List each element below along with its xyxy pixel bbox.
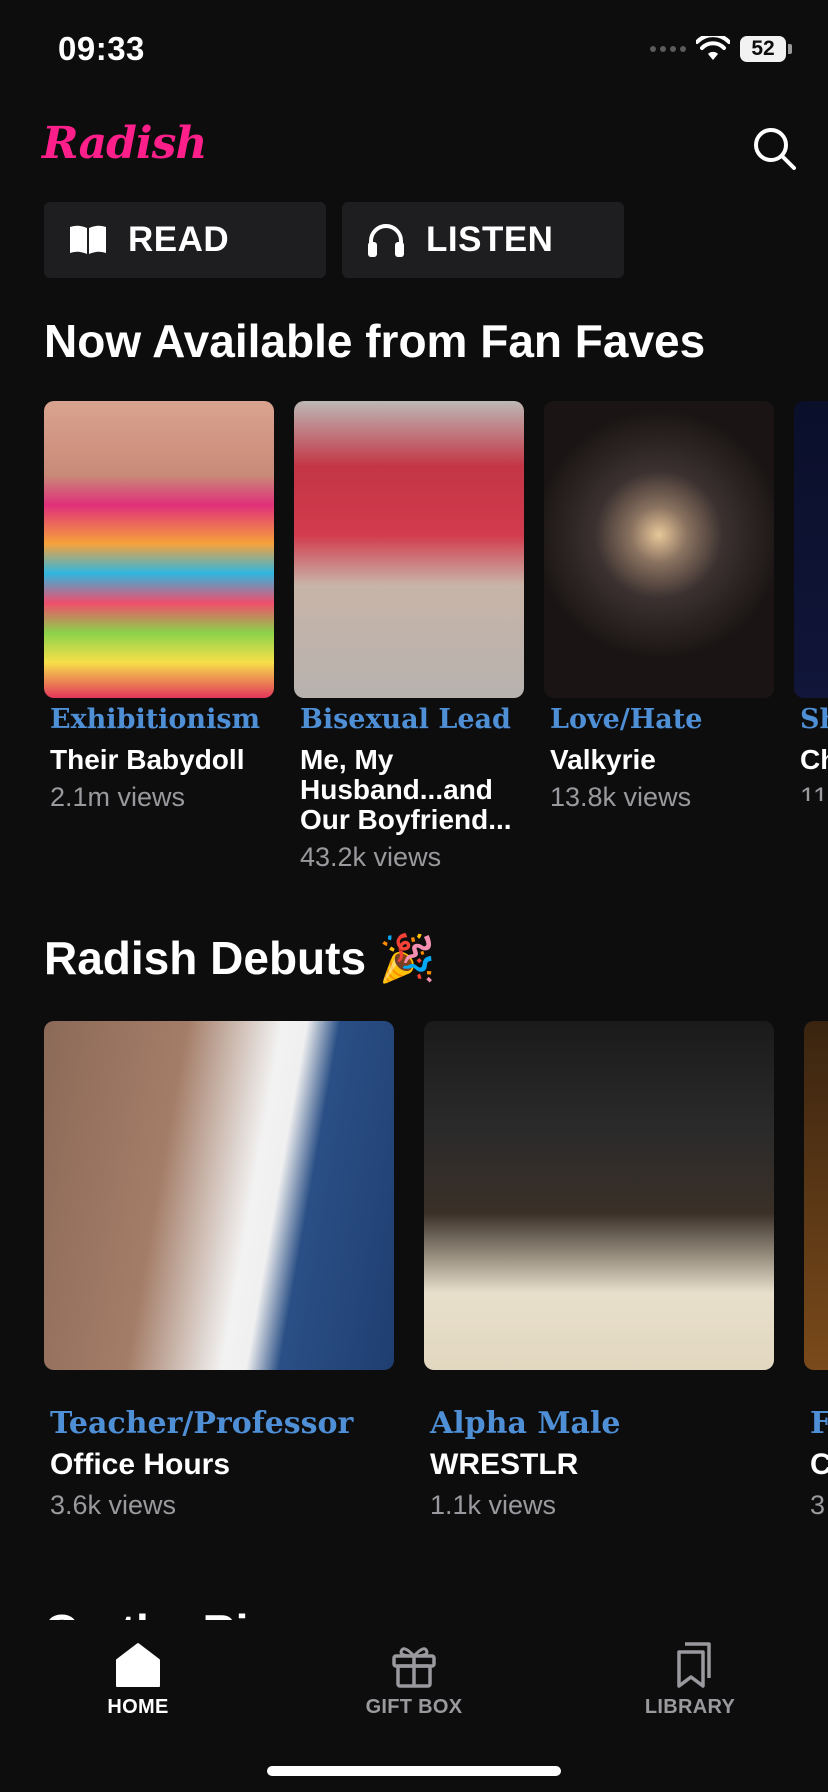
story-views: 1.1k views (430, 1490, 557, 1520)
story-views: 2.1m views (50, 782, 186, 812)
book-open-icon (68, 220, 108, 260)
search-icon[interactable] (750, 124, 798, 172)
story-cover-image (794, 401, 828, 698)
story-genre[interactable]: Exhibitionism (50, 704, 260, 735)
gift-icon (392, 1647, 436, 1688)
nav-home-label: HOME (107, 1696, 169, 1718)
party-popper-icon: 🎉 (378, 931, 437, 985)
story-genre[interactable]: Teacher/Professor (50, 1406, 353, 1441)
wifi-icon (696, 36, 730, 60)
status-time: 09:33 (58, 30, 145, 67)
headphones-icon (366, 220, 406, 260)
story-genre[interactable]: Sh (800, 704, 828, 735)
nav-library-label: LIBRARY (644, 1696, 736, 1718)
story-genre[interactable]: Alpha Male (430, 1406, 620, 1441)
radish-logo[interactable]: Radish (42, 118, 207, 169)
story-views: 3 (810, 1490, 826, 1520)
nav-library[interactable]: LIBRARY (590, 1640, 790, 1719)
story-cover-image (294, 401, 524, 698)
story-views: 13.8k views (550, 782, 692, 812)
tab-listen[interactable]: LISTEN (342, 202, 624, 278)
story-title: Ch (800, 744, 828, 775)
story-title: Valkyrie (550, 744, 656, 775)
story-title: WRESTLR (430, 1448, 579, 1481)
story-title: C (810, 1448, 828, 1481)
section-title-debuts: Radish Debuts 🎉 (44, 931, 436, 986)
story-cover-image (44, 401, 274, 698)
story-genre[interactable]: Bisexual Lead (300, 704, 511, 735)
story-title: Their Babydoll (50, 744, 245, 775)
tab-listen-label: LISTEN (426, 220, 554, 259)
status-icons: 52 (650, 36, 792, 62)
nav-home[interactable]: HOME (38, 1640, 238, 1719)
story-genre[interactable]: Love/Hate (550, 704, 702, 735)
home-indicator[interactable] (267, 1766, 561, 1776)
cellular-signal-icon (650, 46, 686, 52)
nav-gift-box-label: GIFT BOX (365, 1696, 463, 1718)
story-genre[interactable]: F (810, 1406, 828, 1441)
story-title: Office Hours (50, 1448, 231, 1481)
tab-read-label: READ (128, 220, 230, 259)
battery-level: 52 (740, 36, 786, 62)
bookmark-icon (677, 1642, 711, 1688)
story-cover-image (44, 1021, 394, 1370)
story-title: Me, My Husband...and Our Boyfriend... (300, 745, 512, 835)
home-icon (116, 1643, 160, 1687)
story-cover-image (804, 1021, 828, 1370)
story-views: 43.2k views (300, 842, 442, 872)
story-views: 114 (800, 782, 828, 801)
tab-read[interactable]: READ (44, 202, 326, 278)
section-title-text: Radish Debuts (44, 932, 367, 984)
battery-icon: 52 (740, 36, 792, 62)
story-cover-image (424, 1021, 774, 1370)
nav-gift-box[interactable]: GIFT BOX (314, 1640, 514, 1719)
story-cover-image (544, 401, 774, 698)
story-card[interactable]: F C 3 (804, 1021, 828, 1521)
section-title-fan-faves: Now Available from Fan Faves (44, 315, 706, 367)
story-views: 3.6k views (50, 1490, 177, 1520)
story-card[interactable]: Sh Ch 114 (794, 401, 828, 801)
